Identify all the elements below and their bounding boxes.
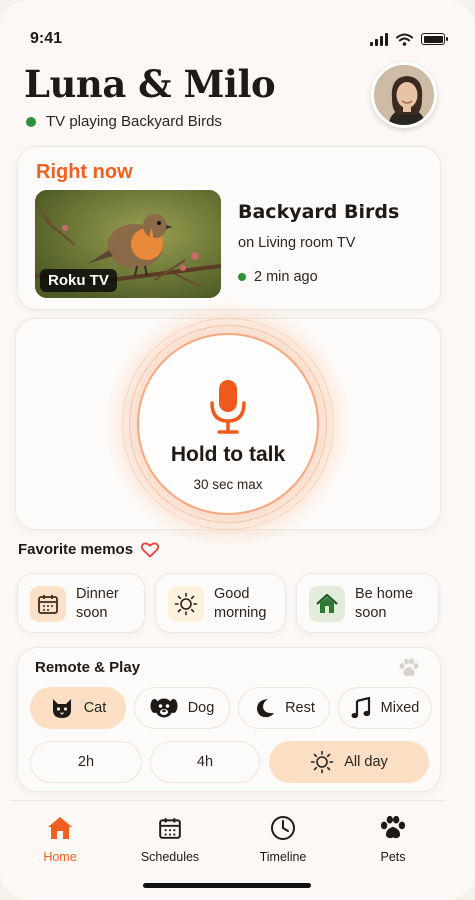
show-title: Backyard Birds [238, 201, 400, 223]
status-bar: 9:41 [30, 28, 448, 50]
mode-mixed-button[interactable]: Mixed [338, 687, 432, 729]
live-dot-icon [238, 273, 246, 281]
sun-icon [168, 586, 204, 622]
mode-label: Rest [285, 700, 315, 716]
favorite-memos-heading: Favorite memos [18, 541, 160, 558]
talk-card: Hold to talk 30 sec max [15, 302, 441, 546]
heart-icon [141, 542, 160, 558]
microphone-icon [210, 380, 246, 434]
sun-icon [310, 750, 334, 774]
duration-label: 4h [196, 754, 214, 770]
now-playing-heading: Right now [36, 161, 133, 183]
now-playing-thumbnail: Roku TV [35, 190, 221, 298]
memo-label: Dinner soon [76, 586, 119, 621]
talk-limit: 30 sec max [193, 477, 263, 492]
remote-play-card: Remote & Play Cat Dog Rest Mixed 2h 4h A… [17, 647, 441, 792]
music-icon [351, 697, 370, 719]
duration-label: All day [344, 754, 388, 770]
paw-icon [399, 658, 419, 676]
mode-rest-button[interactable]: Rest [238, 687, 330, 729]
tab-bar: Home Schedules Timeline Pets [10, 800, 445, 872]
clock-icon [271, 816, 295, 840]
tab-label: Pets [380, 850, 406, 864]
app-screen: 9:41 Luna & Milo TV playing Backyard Bir… [0, 0, 475, 900]
wifi-icon [396, 33, 413, 46]
calendar-icon [159, 818, 181, 839]
device-badge: Roku TV [40, 269, 117, 292]
dog-icon [150, 698, 178, 718]
tab-home[interactable]: Home [15, 814, 105, 864]
page-title: Luna & Milo [24, 62, 276, 106]
last-updated: 2 min ago [238, 269, 318, 285]
tab-pets[interactable]: Pets [348, 814, 438, 864]
tab-label: Home [43, 850, 77, 864]
live-dot-icon [26, 116, 36, 127]
battery-icon [421, 33, 448, 45]
mode-label: Cat [83, 700, 107, 716]
mode-label: Dog [187, 700, 215, 716]
mode-cat-button[interactable]: Cat [30, 687, 126, 729]
talk-label: Hold to talk [170, 443, 286, 466]
home-indicator[interactable] [143, 883, 311, 888]
hold-to-talk-button[interactable]: Hold to talk 30 sec max [137, 333, 319, 515]
person-icon [374, 65, 434, 125]
avatar[interactable] [371, 62, 437, 128]
status-time: 9:41 [30, 30, 63, 47]
paw-icon [380, 815, 406, 839]
tab-timeline[interactable]: Timeline [238, 814, 328, 864]
remote-heading: Remote & Play [35, 659, 141, 676]
tab-schedules[interactable]: Schedules [125, 814, 215, 864]
status-icons [370, 32, 448, 46]
duration-all-day-button[interactable]: All day [269, 741, 429, 783]
memo-label: Be home soon [355, 586, 414, 621]
mode-dog-button[interactable]: Dog [134, 687, 230, 729]
mode-label: Mixed [380, 700, 420, 716]
device-location: on Living room TV [238, 235, 356, 251]
signal-icon [370, 32, 388, 46]
home-icon [48, 817, 72, 839]
house-icon [309, 586, 345, 622]
cat-icon [52, 699, 71, 718]
memo-dinner-soon[interactable]: Dinner soon [17, 573, 145, 633]
duration-2h-button[interactable]: 2h [30, 741, 142, 783]
calendar-icon [30, 586, 66, 622]
now-playing-card[interactable]: Right now Roku TV Backyard Birds on Livi… [17, 146, 441, 310]
moon-icon [257, 699, 275, 718]
duration-4h-button[interactable]: 4h [150, 741, 260, 783]
duration-label: 2h [77, 754, 95, 770]
tab-label: Schedules [140, 850, 200, 864]
memo-label: Good morning [214, 586, 267, 621]
memo-be-home-soon[interactable]: Be home soon [296, 573, 439, 633]
favorite-memos-label: Favorite memos [18, 541, 134, 558]
tv-status: TV playing Backyard Birds [26, 113, 222, 130]
tab-label: Timeline [259, 850, 307, 864]
tv-status-label: TV playing Backyard Birds [46, 113, 222, 130]
memo-good-morning[interactable]: Good morning [155, 573, 286, 633]
last-updated-label: 2 min ago [254, 269, 318, 285]
